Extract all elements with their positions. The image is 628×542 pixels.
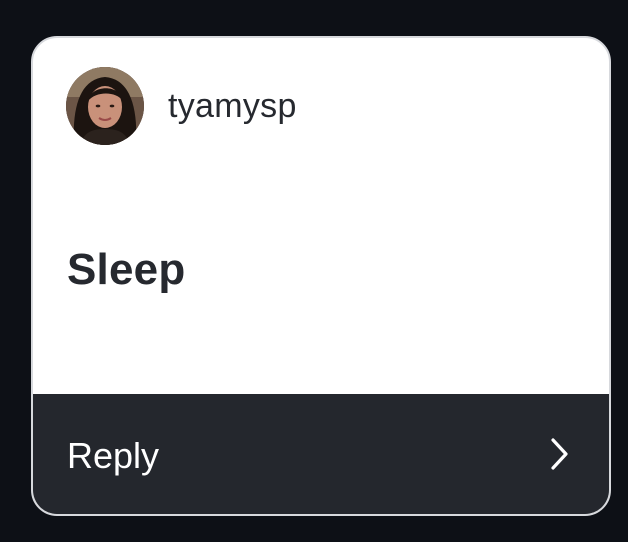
reply-button[interactable]: Reply	[33, 394, 609, 514]
card-header: tyamysp	[66, 67, 297, 145]
username[interactable]: tyamysp	[168, 87, 297, 126]
reply-label: Reply	[67, 435, 160, 476]
chevron-right-icon	[549, 437, 571, 471]
avatar-image	[66, 67, 144, 145]
story-message: Sleep	[67, 245, 186, 294]
avatar[interactable]	[66, 67, 144, 145]
story-reply-card: tyamysp Sleep Reply	[31, 36, 611, 516]
